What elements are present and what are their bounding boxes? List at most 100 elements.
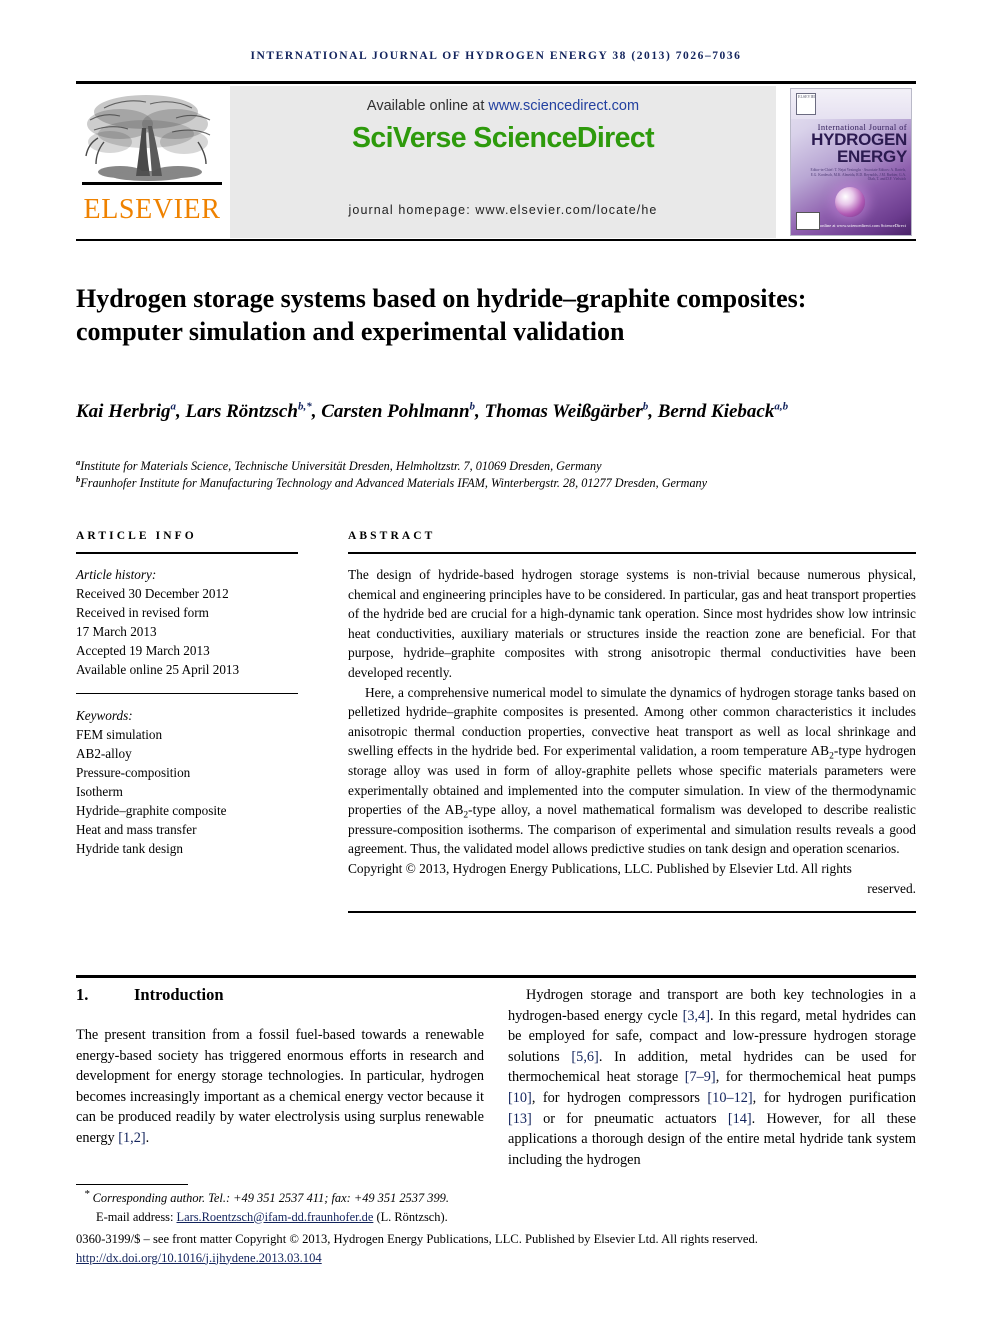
- intro-text-segment: , for hydrogen compressors: [531, 1089, 708, 1106]
- keyword-item: FEM simulation: [76, 727, 163, 742]
- keyword-item: Hydride tank design: [76, 841, 183, 856]
- citation-link[interactable]: [13]: [508, 1111, 532, 1127]
- keyword-item: AB2-alloy: [76, 746, 132, 761]
- article-history-item: Received 30 December 2012: [76, 586, 229, 601]
- masthead-top-rule: [76, 81, 916, 84]
- author-name: Carsten Pohlmann: [321, 401, 470, 422]
- article-history-item: Received in revised form: [76, 605, 209, 620]
- article-info-heading: Article info: [76, 530, 197, 542]
- intro-text-segment: .: [145, 1129, 150, 1146]
- author-name: Bernd Kieback: [657, 401, 775, 422]
- elsevier-wordmark: ELSEVIER: [83, 194, 221, 225]
- cover-elsevier-mark-icon: ELSEVIER: [796, 93, 816, 115]
- intro-text-segment: , for hydrogen purification: [752, 1089, 916, 1106]
- doi-link[interactable]: http://dx.doi.org/10.1016/j.ijhydene.201…: [76, 1249, 916, 1268]
- article-history-label: Article history:: [76, 567, 157, 582]
- elsevier-logo-block: ELSEVIER: [76, 86, 228, 238]
- author-affiliation-mark: b,*: [297, 400, 312, 413]
- running-head: International Journal of Hydrogen Energy…: [250, 50, 742, 62]
- body-top-rule: [76, 975, 916, 978]
- email-link[interactable]: Lars.Roentzsch@ifam-dd.fraunhofer.de: [177, 1210, 374, 1224]
- citation-link[interactable]: [10–12]: [707, 1090, 752, 1106]
- corresponding-author-text: Corresponding author. Tel.: +49 351 2537…: [92, 1191, 449, 1205]
- issn-copyright-line: 0360-3199/$ – see front matter Copyright…: [76, 1232, 758, 1246]
- cover-orb-graphic: [835, 187, 865, 217]
- author-item: Bernd Kiebacka,b: [658, 401, 788, 422]
- author-list: Kai Herbriga, Lars Röntzschb,*, Carsten …: [76, 398, 916, 425]
- citation-link[interactable]: [7–9]: [685, 1069, 716, 1085]
- citation-link[interactable]: [1,2]: [118, 1130, 145, 1146]
- article-info-column: Article info Article history: Received 3…: [76, 530, 298, 858]
- affiliation-text: Institute for Materials Science, Technis…: [80, 459, 602, 473]
- masthead-bottom-rule: [76, 239, 916, 241]
- affiliation-list: aInstitute for Materials Science, Techni…: [76, 458, 916, 491]
- author-affiliation-mark: a,b: [774, 400, 789, 413]
- abstract-paragraph: The design of hydride-based hydrogen sto…: [348, 567, 916, 680]
- article-history-item: Accepted 19 March 2013: [76, 643, 210, 658]
- keywords-label: Keywords:: [76, 708, 133, 723]
- article-info-rule-middle: [76, 693, 298, 694]
- footnote-separator-rule: [76, 1184, 188, 1185]
- abstract-rule-top: [348, 552, 916, 554]
- author-item: Kai Herbriga,: [76, 401, 185, 422]
- abstract-copyright-main: Copyright © 2013, Hydrogen Energy Public…: [348, 860, 852, 876]
- affiliation-text: Fraunhofer Institute for Manufacturing T…: [80, 475, 708, 490]
- intro-text-segment: , for thermochemical heat pumps: [715, 1069, 916, 1086]
- abstract-rule-bottom: [348, 911, 916, 914]
- affiliation-item: bFraunhofer Institute for Manufacturing …: [76, 474, 916, 492]
- abstract-copyright-last: reserved.: [867, 880, 916, 896]
- abstract-heading: Abstract: [348, 530, 436, 542]
- journal-homepage-line[interactable]: journal homepage: www.elsevier.com/locat…: [230, 203, 776, 217]
- cover-title-line-3: ENERGY: [837, 147, 907, 166]
- page-title: Hydrogen storage systems based on hydrid…: [76, 284, 807, 347]
- article-history-item: Available online 25 April 2013: [76, 662, 240, 677]
- author-name: Thomas Weißgärber: [484, 401, 643, 422]
- masthead-banner: ELSEVIER Available online at www.science…: [76, 86, 916, 238]
- elsevier-tree-icon: [82, 95, 222, 185]
- email-label: E-mail address:: [96, 1209, 177, 1224]
- citation-link[interactable]: [14]: [728, 1111, 752, 1127]
- author-separator: ,: [475, 401, 485, 422]
- abstract-copyright: Copyright © 2013, Hydrogen Energy Public…: [348, 859, 916, 898]
- keyword-item: Isotherm: [76, 784, 123, 799]
- article-info-rule-top: [76, 552, 298, 554]
- author-item: Thomas Weißgärberb,: [485, 401, 658, 422]
- keyword-item: Hydride–graphite composite: [76, 803, 227, 818]
- available-online-prefix: Available online at: [366, 98, 489, 114]
- abstract-column: Abstract The design of hydride-based hyd…: [348, 530, 916, 914]
- article-history-block: Article history: Received 30 December 20…: [76, 565, 298, 679]
- abstract-paragraph: Here, a comprehensive numerical model to…: [348, 683, 916, 859]
- email-note: E-mail address: Lars.Roentzsch@ifam-dd.f…: [76, 1208, 916, 1227]
- article-history-item: 17 March 2013: [76, 624, 157, 639]
- abstract-text-segment: Here, a comprehensive numerical model to…: [348, 684, 916, 759]
- intro-text-segment: The present transition from a fossil fue…: [76, 1027, 484, 1146]
- author-separator: ,: [311, 401, 322, 422]
- intro-text-segment: or for pneumatic actuators: [531, 1110, 728, 1127]
- section-title: Introduction: [134, 985, 224, 1004]
- author-separator: ,: [648, 401, 658, 422]
- email-suffix: (L. Röntzsch).: [373, 1209, 448, 1224]
- intro-paragraph-left: The present transition from a fossil fue…: [76, 1025, 484, 1149]
- sciencedirect-url[interactable]: www.sciencedirect.com: [488, 98, 639, 114]
- keyword-item: Pressure-composition: [76, 765, 191, 780]
- author-name: Lars Röntzsch: [185, 401, 298, 422]
- intro-paragraph-right: Hydrogen storage and transport are both …: [508, 985, 916, 1170]
- asterisk-icon: *: [84, 1187, 90, 1200]
- body-column-right: Hydrogen storage and transport are both …: [508, 985, 916, 1170]
- section-heading-introduction: 1. Introduction: [76, 985, 484, 1005]
- cover-editors-text: Editor-in-Chief: T. Nejat Veziroglu · As…: [810, 168, 906, 182]
- section-number: 1.: [76, 985, 89, 1004]
- sciencedirect-banner: Available online at www.sciencedirect.co…: [230, 86, 776, 238]
- abstract-body: The design of hydride-based hydrogen sto…: [348, 565, 916, 898]
- affiliation-item: aInstitute for Materials Science, Techni…: [76, 458, 916, 475]
- keywords-block: Keywords: FEM simulation AB2-alloy Press…: [76, 706, 298, 858]
- journal-article-first-page: International Journal of Hydrogen Energy…: [0, 0, 992, 1323]
- journal-cover-image: ELSEVIER International Journal of HYDROG…: [790, 88, 912, 236]
- citation-link[interactable]: [5,6]: [571, 1049, 598, 1065]
- journal-cover-block: ELSEVIER International Journal of HYDROG…: [784, 86, 916, 238]
- citation-link[interactable]: [10]: [508, 1090, 532, 1106]
- citation-link[interactable]: [3,4]: [683, 1008, 710, 1024]
- footnote-block: * Corresponding author. Tel.: +49 351 25…: [76, 1187, 916, 1268]
- sciverse-sciencedirect-logo: SciVerse ScienceDirect: [351, 122, 655, 154]
- author-name: Kai Herbrig: [76, 401, 171, 422]
